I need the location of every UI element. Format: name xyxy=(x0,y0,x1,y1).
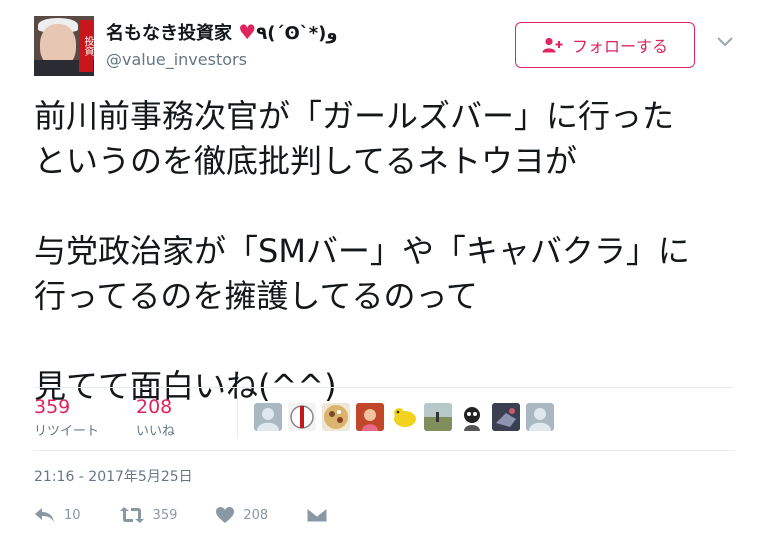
liker-avatar[interactable] xyxy=(356,403,384,431)
liker-avatar[interactable] xyxy=(390,403,418,431)
like-button[interactable]: 208 xyxy=(215,506,268,524)
retweet-action-count: 359 xyxy=(152,507,178,523)
liker-avatars xyxy=(254,403,554,431)
user-handle[interactable]: @value_investors xyxy=(106,50,247,69)
action-bar: 10 359 208 xyxy=(34,506,366,524)
add-user-icon xyxy=(542,37,563,53)
tweet-line: 行ってるのを擁護してるのって xyxy=(34,277,478,315)
display-name[interactable]: 名もなき投資家 xyxy=(106,23,232,44)
follow-button[interactable]: フォローする xyxy=(515,22,695,68)
like-stat[interactable]: 208 いいね xyxy=(136,396,175,439)
avatar[interactable]: 投資 xyxy=(34,16,94,76)
envelope-icon xyxy=(306,507,328,523)
tweet-line: というのを徹底批判してるネトウヨが xyxy=(34,142,578,180)
direct-message-button[interactable] xyxy=(306,507,328,523)
liker-avatar[interactable] xyxy=(458,403,486,431)
reply-count: 10 xyxy=(64,507,81,523)
emoticon: ٩(´ʘ`*)و xyxy=(256,23,338,44)
heart-icon xyxy=(216,507,235,523)
liker-avatar[interactable] xyxy=(526,403,554,431)
reply-icon xyxy=(35,508,54,522)
retweet-count: 359 xyxy=(34,396,71,418)
tweet-text: 前川前事務次官が「ガールズバー」に行った というのを徹底批判してるネトウヨが 与… xyxy=(34,94,744,409)
heart-icon: ♥ xyxy=(238,20,257,44)
like-label: いいね xyxy=(136,424,176,439)
avatar-stamp: 投資 xyxy=(79,20,93,72)
like-count: 208 xyxy=(136,396,173,418)
liker-avatar[interactable] xyxy=(424,403,452,431)
liker-avatar[interactable] xyxy=(288,403,316,431)
tweet-line: 与党政治家が「SMバー」や「キャバクラ」に xyxy=(34,232,690,270)
divider xyxy=(34,387,734,388)
tweet-timestamp[interactable]: 21:16 - 2017年5月25日 xyxy=(34,466,193,486)
retweet-label: リツイート xyxy=(34,424,100,439)
retweet-icon xyxy=(119,507,144,523)
liker-avatar[interactable] xyxy=(492,403,520,431)
follow-button-label: フォローする xyxy=(571,37,668,56)
liker-avatar[interactable] xyxy=(254,403,282,431)
liker-avatar[interactable] xyxy=(322,403,350,431)
reply-button[interactable]: 10 xyxy=(34,507,81,523)
retweet-button[interactable]: 359 xyxy=(119,506,178,524)
tweet-line: 前川前事務次官が「ガールズバー」に行った xyxy=(34,97,675,135)
chevron-down-icon[interactable] xyxy=(716,36,734,48)
stat-separator xyxy=(237,398,238,438)
divider xyxy=(34,450,734,451)
like-action-count: 208 xyxy=(243,507,269,523)
display-name-row[interactable]: 名もなき投資家 ♥٩(´ʘ`*)و xyxy=(106,19,338,45)
retweet-stat[interactable]: 359 リツイート xyxy=(34,396,99,439)
